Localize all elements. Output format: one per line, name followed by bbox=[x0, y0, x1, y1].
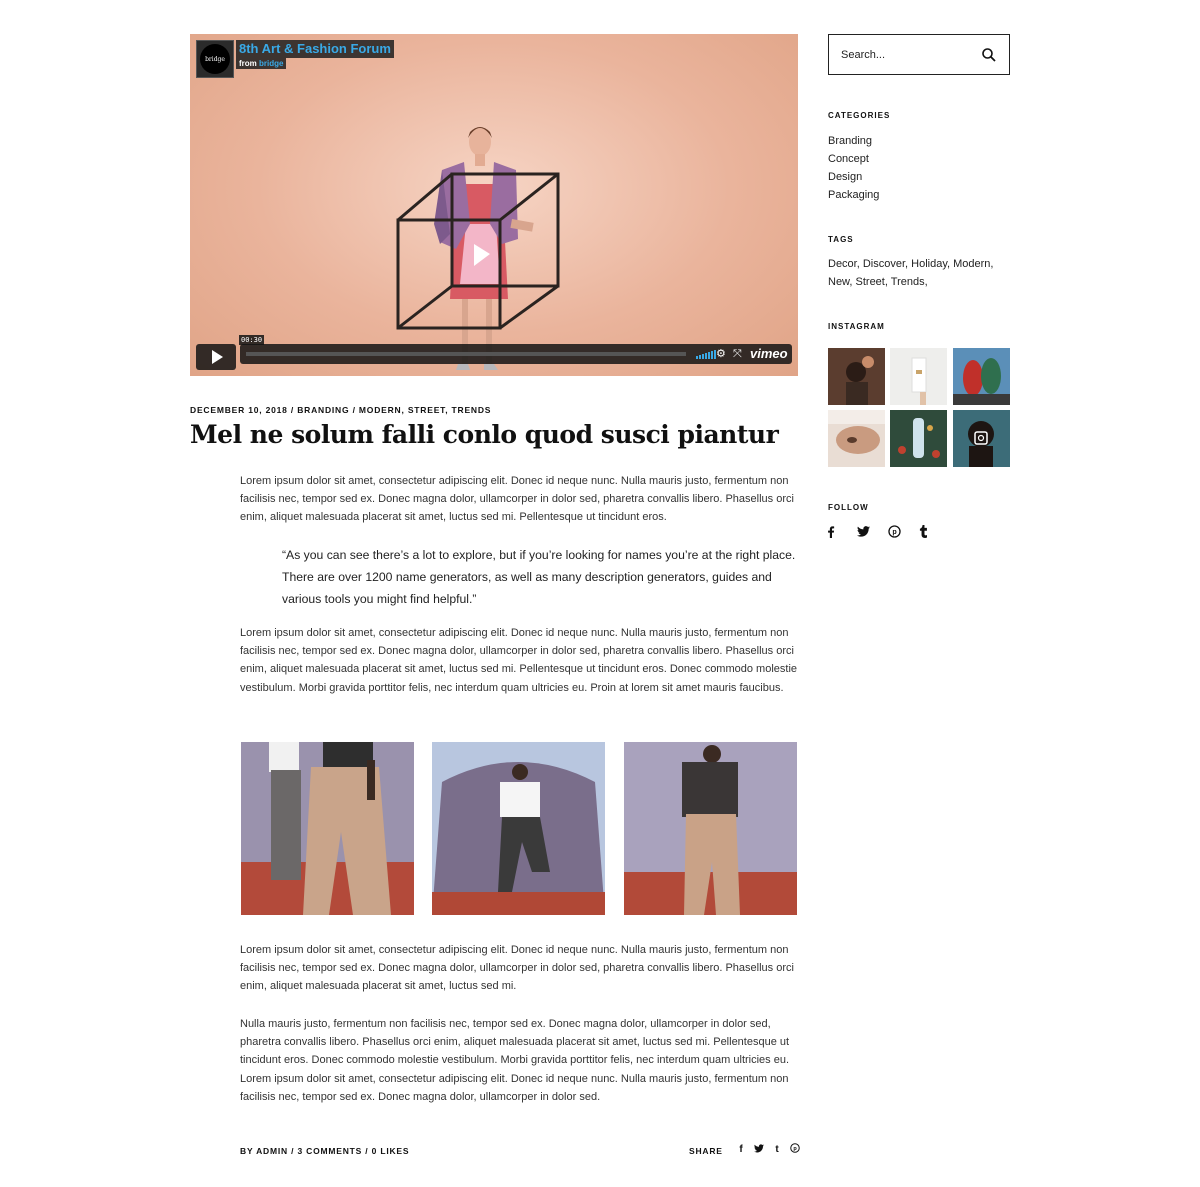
post-paragraph-4: Nulla mauris justo, fermentum non facili… bbox=[240, 1018, 790, 1103]
gallery-image-3[interactable] bbox=[624, 742, 797, 915]
follow-icons: p bbox=[826, 525, 950, 541]
progress-track[interactable] bbox=[246, 352, 686, 356]
video-title[interactable]: 8th Art & Fashion Forum bbox=[236, 40, 394, 58]
video-control-bar: ⚙ ⤧ vimeo 00:30 bbox=[196, 335, 792, 370]
post-title: Mel ne solum falli conlo quod susci pian… bbox=[190, 420, 779, 449]
video-source-name[interactable]: bridge bbox=[259, 59, 283, 68]
instagram-photo-1[interactable] bbox=[828, 348, 885, 405]
post-comments-link[interactable]: 3 COMMENTS bbox=[297, 1146, 362, 1156]
footer-separator: / bbox=[362, 1146, 372, 1156]
category-packaging[interactable]: Packaging bbox=[828, 186, 879, 204]
channel-logo[interactable]: bridge bbox=[196, 40, 234, 78]
share-icons: f t p bbox=[736, 1143, 800, 1156]
facebook-icon[interactable] bbox=[826, 525, 857, 541]
search-icon[interactable] bbox=[981, 47, 997, 63]
svg-text:p: p bbox=[892, 528, 897, 536]
facebook-share-icon[interactable]: f bbox=[736, 1144, 746, 1155]
post-footer-meta: BY ADMIN / 3 COMMENTS / 0 LIKES bbox=[240, 1146, 409, 1156]
share-label: SHARE bbox=[689, 1146, 723, 1156]
tags-title: TAGS bbox=[828, 235, 854, 244]
post-blockquote: “As you can see there’s a lot to explore… bbox=[282, 548, 796, 606]
gallery-image-2[interactable] bbox=[432, 742, 605, 915]
video-progress-bar[interactable]: ⚙ ⤧ vimeo bbox=[240, 344, 792, 364]
instagram-photo-3[interactable] bbox=[953, 348, 1010, 405]
post-paragraph-2: Lorem ipsum dolor sit amet, consectetur … bbox=[240, 627, 798, 694]
meta-separator: / bbox=[287, 405, 298, 415]
post-paragraph-3: Lorem ipsum dolor sit amet, consectetur … bbox=[240, 944, 794, 993]
gallery-image-1[interactable] bbox=[241, 742, 414, 915]
video-source-from: from bbox=[239, 59, 257, 68]
channel-logo-text: bridge bbox=[200, 44, 230, 74]
volume-icon[interactable] bbox=[696, 349, 716, 359]
search-widget bbox=[828, 34, 1010, 75]
category-design[interactable]: Design bbox=[828, 168, 879, 186]
play-button[interactable] bbox=[196, 344, 236, 370]
meta-separator: / bbox=[349, 405, 359, 415]
instagram-title: INSTAGRAM bbox=[828, 322, 885, 331]
category-concept[interactable]: Concept bbox=[828, 150, 879, 168]
fullscreen-icon[interactable]: ⤧ bbox=[733, 347, 742, 361]
instagram-photo-4[interactable] bbox=[828, 410, 885, 467]
follow-title: FOLLOW bbox=[828, 503, 869, 512]
post-tags[interactable]: MODERN, STREET, TRENDS bbox=[359, 405, 491, 415]
post-likes[interactable]: 0 LIKES bbox=[372, 1146, 410, 1156]
tags-list[interactable]: Decor, Discover, Holiday, Modern, New, S… bbox=[828, 255, 1008, 291]
twitter-share-icon[interactable] bbox=[754, 1143, 764, 1156]
search-input[interactable] bbox=[841, 46, 981, 64]
video-source[interactable]: from bridge bbox=[236, 58, 287, 69]
categories-list: Branding Concept Design Packaging bbox=[828, 132, 879, 204]
pinterest-share-icon[interactable]: p bbox=[790, 1143, 800, 1156]
video-duration: 00:30 bbox=[239, 335, 265, 345]
category-branding[interactable]: Branding bbox=[828, 132, 879, 150]
gallery-photo-jumping-man bbox=[432, 742, 605, 915]
play-icon bbox=[212, 350, 223, 364]
instagram-photo-2[interactable] bbox=[890, 348, 947, 405]
categories-title: CATEGORIES bbox=[828, 111, 891, 120]
tumblr-icon[interactable] bbox=[919, 525, 950, 541]
post-paragraph-1: Lorem ipsum dolor sit amet, consectetur … bbox=[240, 475, 794, 524]
twitter-icon[interactable] bbox=[857, 526, 888, 540]
tumblr-share-icon[interactable]: t bbox=[772, 1144, 782, 1155]
vimeo-logo[interactable]: vimeo bbox=[750, 346, 788, 361]
instagram-photo-6[interactable] bbox=[953, 410, 1010, 467]
video-player[interactable]: bridge 8th Art & Fashion Forum from brid… bbox=[190, 34, 798, 376]
instagram-photo-5[interactable] bbox=[890, 410, 947, 467]
pinterest-icon[interactable]: p bbox=[888, 525, 919, 541]
video-frame-model-illustration bbox=[396, 127, 560, 370]
post-author[interactable]: BY ADMIN bbox=[240, 1146, 288, 1156]
post-meta: DECEMBER 10, 2018 / BRANDING / MODERN, S… bbox=[190, 405, 491, 415]
gallery-photo-man-back bbox=[624, 742, 797, 915]
svg-text:p: p bbox=[793, 1146, 797, 1152]
post-date[interactable]: DECEMBER 10, 2018 bbox=[190, 405, 288, 415]
settings-icon[interactable]: ⚙ bbox=[716, 347, 726, 361]
post-category-link[interactable]: BRANDING bbox=[297, 405, 349, 415]
gallery-photo-two-men bbox=[241, 742, 414, 915]
